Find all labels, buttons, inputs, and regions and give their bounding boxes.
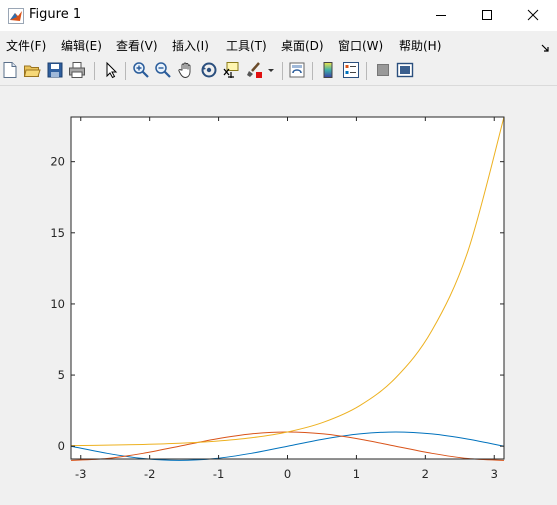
hide-plot-tools-icon[interactable] xyxy=(374,61,392,79)
figure-canvas: -3 -2 -1 0 1 2 3 0 5 10 15 20 xyxy=(0,86,557,505)
figure-toolbar xyxy=(0,57,557,86)
close-icon xyxy=(527,9,539,21)
minimize-button[interactable] xyxy=(418,0,464,31)
brush-icon[interactable] xyxy=(245,61,263,79)
minimize-icon xyxy=(436,15,446,16)
edit-plot-arrow-icon[interactable] xyxy=(102,61,120,79)
link-plot-icon[interactable] xyxy=(288,61,306,79)
menu-window[interactable]: 窗口(W) xyxy=(338,37,383,54)
toolbar-separator xyxy=(366,62,367,80)
menu-file[interactable]: 文件(F) xyxy=(6,37,46,54)
legend-icon[interactable] xyxy=(342,61,360,79)
close-button[interactable] xyxy=(510,0,556,31)
data-cursor-icon[interactable] xyxy=(222,61,240,79)
matlab-logo-icon xyxy=(8,8,24,24)
menu-view[interactable]: 查看(V) xyxy=(116,37,158,54)
title-bar: Figure 1 xyxy=(0,0,557,31)
menu-insert[interactable]: 插入(I) xyxy=(172,37,209,54)
maximize-icon xyxy=(482,10,492,20)
y-tick-label: 5 xyxy=(58,368,65,382)
x-tick-label: 2 xyxy=(422,467,429,481)
menu-desktop[interactable]: 桌面(D) xyxy=(281,37,324,54)
axes-background xyxy=(71,117,504,459)
menu-edit[interactable]: 编辑(E) xyxy=(61,37,102,54)
y-tick-label: 10 xyxy=(50,297,65,311)
new-figure-icon[interactable] xyxy=(1,61,19,79)
menu-tools[interactable]: 工具(T) xyxy=(226,37,267,54)
y-tick-label: 15 xyxy=(50,226,65,240)
toolbar-separator xyxy=(125,62,126,80)
toolbar-separator xyxy=(282,62,283,80)
zoom-out-icon[interactable] xyxy=(154,61,172,79)
y-tick-label: 0 xyxy=(58,439,65,453)
zoom-in-icon[interactable] xyxy=(132,61,150,79)
y-tick-label: 20 xyxy=(50,155,65,169)
toolbar-separator xyxy=(94,62,95,80)
menu-help[interactable]: 帮助(H) xyxy=(399,37,441,54)
x-tick-label: -2 xyxy=(144,467,155,481)
window-title: Figure 1 xyxy=(29,7,82,22)
x-tick-label: 1 xyxy=(353,467,360,481)
x-tick-label: -1 xyxy=(213,467,224,481)
toolbar-separator xyxy=(312,62,313,80)
x-tick-label: 3 xyxy=(491,467,498,481)
axes[interactable]: -3 -2 -1 0 1 2 3 0 5 10 15 20 xyxy=(0,86,557,505)
show-plot-tools-icon[interactable] xyxy=(396,61,414,79)
open-file-icon[interactable] xyxy=(23,61,41,79)
brush-dropdown-icon[interactable] xyxy=(266,61,276,79)
x-tick-label: -3 xyxy=(75,467,86,481)
x-tick-label: 0 xyxy=(284,467,291,481)
menu-bar: 文件(F) 编辑(E) 查看(V) 插入(I) 工具(T) 桌面(D) 窗口(W… xyxy=(0,31,557,56)
maximize-button[interactable] xyxy=(464,0,510,31)
colorbar-icon[interactable] xyxy=(319,61,337,79)
rotate-3d-icon[interactable] xyxy=(200,61,218,79)
dock-arrow-icon[interactable] xyxy=(541,38,551,52)
pan-hand-icon[interactable] xyxy=(177,61,195,79)
save-icon[interactable] xyxy=(46,61,64,79)
print-icon[interactable] xyxy=(68,61,86,79)
